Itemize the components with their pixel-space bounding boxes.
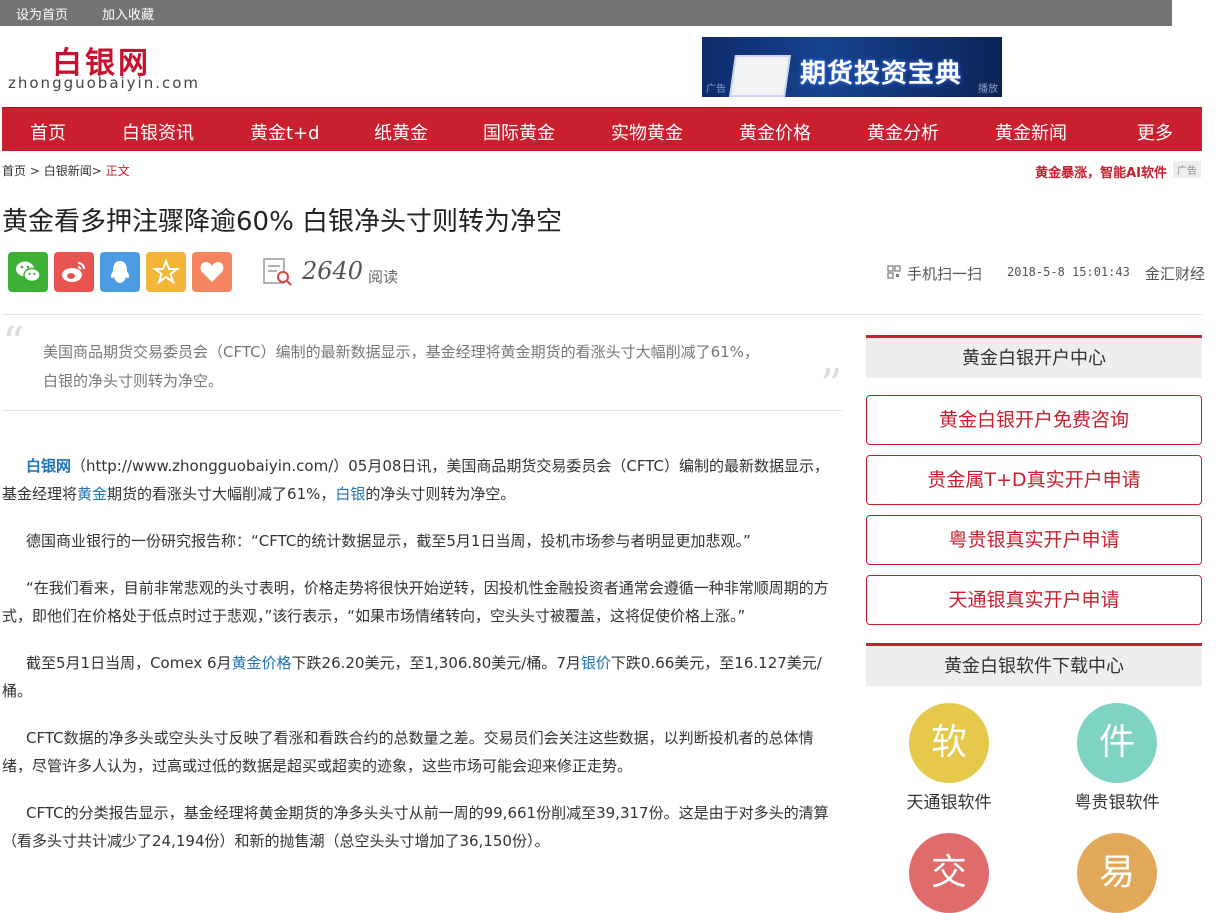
banner-ad-tag: 广告 <box>706 84 726 95</box>
nav-item-gold-analysis[interactable]: 黄金分析 <box>867 119 939 145</box>
article-title: 黄金看多押注骤降逾60% 白银净头寸则转为净空 <box>2 207 563 237</box>
software-label-yuegui[interactable]: 粤贵银软件 <box>1047 788 1187 813</box>
paragraph: “在我们看来，目前非常悲观的头寸表明，价格走势将很快开始逆转，因投机性金融投资者… <box>2 579 829 625</box>
paragraph-text: 的净头寸则转为净空。 <box>365 485 516 503</box>
keyword-link-gold[interactable]: 黄金 <box>77 485 107 503</box>
keyword-link-silver[interactable]: 白银 <box>335 485 365 503</box>
banner-play-tag: 播放 <box>978 84 998 95</box>
account-center-title: 黄金白银开户中心 <box>866 335 1202 378</box>
share-qq-button[interactable] <box>100 252 140 292</box>
paragraph: 德国商业银行的一份研究报告称：“CFTC的统计数据显示，截至5月1日当周，投机市… <box>26 532 751 550</box>
software-icon-yuegui[interactable]: 件 <box>1077 703 1157 783</box>
divider <box>2 314 1202 315</box>
nav-item-gold-news[interactable]: 黄金新闻 <box>995 119 1067 145</box>
breadcrumb-section[interactable]: 白银新闻 <box>44 164 92 178</box>
article-body: 白银网（http://www.zhongguobaiyin.com/）05月08… <box>2 452 842 874</box>
nav-item-gold-price[interactable]: 黄金价格 <box>739 119 811 145</box>
nav-item-gold-td[interactable]: 黄金t+d <box>250 119 320 145</box>
paragraph: CFTC数据的净多头或空头头寸反映了看涨和看跌合约的总数量之差。交易员们会关注这… <box>2 729 814 775</box>
breadcrumb: 首页 > 白银新闻> 正文 <box>2 162 130 179</box>
add-favorite-link[interactable]: 加入收藏 <box>102 4 154 23</box>
ad-tag: 广告 <box>1173 161 1201 178</box>
software-icon-tiantong[interactable]: 软 <box>909 703 989 783</box>
software-icon-trade[interactable]: 交 <box>909 833 989 913</box>
free-consult-button[interactable]: 黄金白银开户免费咨询 <box>866 395 1202 445</box>
account-center-panel: 黄金白银开户中心 <box>866 335 1202 378</box>
keyword-link-gold-price[interactable]: 黄金价格 <box>232 654 292 672</box>
share-qzone-button[interactable] <box>146 252 186 292</box>
paragraph-text: 期货的看涨头寸大幅削减了61%， <box>107 485 336 503</box>
software-center-title: 黄金白银软件下载中心 <box>866 643 1202 686</box>
read-count-icon <box>263 258 292 286</box>
share-weibo-button[interactable] <box>54 252 94 292</box>
paragraph-text: 截至5月1日当周，Comex 6月 <box>26 654 232 672</box>
quote-close-icon: ” <box>820 360 843 411</box>
divider <box>2 410 842 411</box>
quote-open-icon: “ <box>2 318 25 369</box>
set-home-link[interactable]: 设为首页 <box>16 4 68 23</box>
nav-item-home[interactable]: 首页 <box>30 119 66 145</box>
nav-item-more[interactable]: 更多 <box>1137 119 1173 145</box>
mobile-scan-link[interactable]: 手机扫一扫 <box>907 263 982 284</box>
article-summary: 美国商品期货交易委员会（CFTC）编制的最新数据显示，基金经理将黄金期货的看涨头… <box>43 343 759 390</box>
nav-item-silver-news[interactable]: 白银资讯 <box>122 119 194 145</box>
top-bar: 设为首页 加入收藏 <box>0 0 1172 26</box>
article-source: 金汇财经 <box>1145 265 1206 283</box>
breadcrumb-current: 正文 <box>105 164 130 178</box>
tiantong-silver-button[interactable]: 天通银真实开户申请 <box>866 575 1202 625</box>
paragraph: 白银网（http://www.zhongguobaiyin.com/）05月08… <box>2 452 842 508</box>
breadcrumb-sep: > <box>91 164 106 178</box>
qr-code-icon[interactable] <box>887 265 901 279</box>
brand-link[interactable]: 白银网 <box>26 457 71 475</box>
qq-icon <box>110 261 130 283</box>
keyword-link-silver-price[interactable]: 银价 <box>581 654 611 672</box>
paragraph: 截至5月1日当周，Comex 6月黄金价格下跌26.20美元，至1,306.80… <box>2 649 842 705</box>
read-label: 阅读 <box>368 268 399 286</box>
banner-ad[interactable]: 期货投资宝典 广告 播放 <box>702 37 1002 97</box>
like-button[interactable] <box>192 252 232 292</box>
read-count: 2640 <box>302 257 364 285</box>
publish-date: 2018-5-8 15:01:43 <box>1007 265 1130 279</box>
star-icon <box>152 258 180 285</box>
software-center-panel: 黄金白银软件下载中心 <box>866 643 1202 686</box>
share-wechat-button[interactable] <box>8 252 48 292</box>
heart-icon <box>200 262 224 282</box>
td-account-button[interactable]: 贵金属T+D真实开户申请 <box>866 455 1202 505</box>
weibo-icon <box>62 262 85 282</box>
nav-item-intl-gold[interactable]: 国际黄金 <box>483 119 555 145</box>
wechat-icon <box>16 261 41 283</box>
banner-text: 期货投资宝典 <box>800 59 963 89</box>
paragraph: CFTC的分类报告显示，基金经理将黄金期货的净多头头寸从前一周的99,661份削… <box>2 804 829 850</box>
site-domain: zhongguobaiyin.com <box>8 74 201 92</box>
yuegui-silver-button[interactable]: 粤贵银真实开户申请 <box>866 515 1202 565</box>
nav-item-physical-gold[interactable]: 实物黄金 <box>611 119 683 145</box>
ad-link[interactable]: 黄金暴涨，智能AI软件 <box>1035 162 1167 181</box>
paragraph-text: 下跌26.20美元，至1,306.80美元/桶。7月 <box>291 654 581 672</box>
main-nav: 首页 白银资讯 黄金t+d 纸黄金 国际黄金 实物黄金 黄金价格 黄金分析 黄金… <box>2 107 1202 151</box>
software-icon-easy[interactable]: 易 <box>1077 833 1157 913</box>
nav-item-paper-gold[interactable]: 纸黄金 <box>374 119 428 145</box>
book-icon <box>729 55 791 97</box>
breadcrumb-sep: > <box>26 164 44 178</box>
software-label-tiantong[interactable]: 天通银软件 <box>879 788 1019 813</box>
breadcrumb-home[interactable]: 首页 <box>2 164 26 178</box>
